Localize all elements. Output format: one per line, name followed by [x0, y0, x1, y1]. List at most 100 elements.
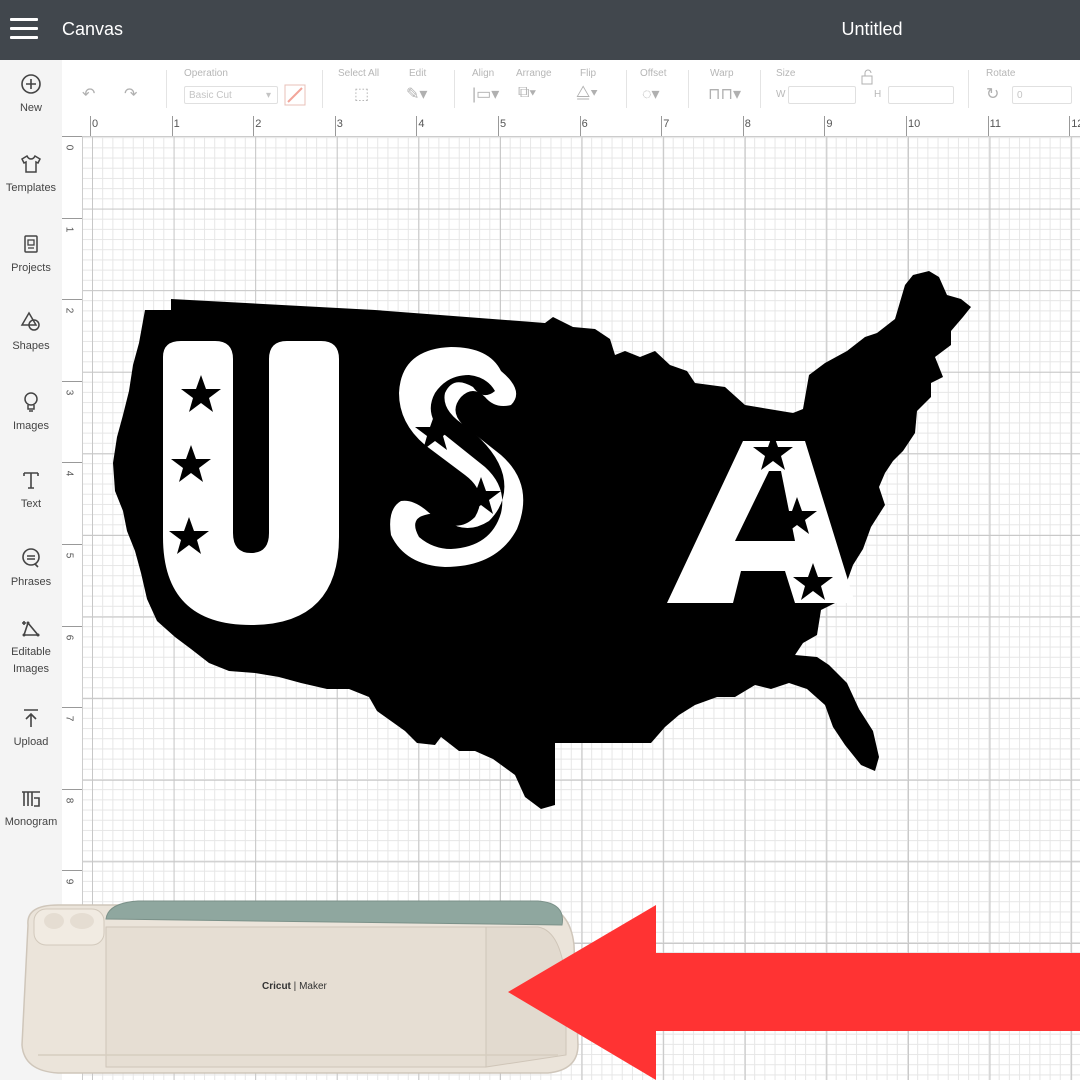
rotate-label: Rotate	[986, 68, 1016, 79]
offset-label: Offset	[640, 68, 667, 79]
ruler-tick-label: 7	[63, 715, 75, 722]
machine-model-name: Maker	[299, 981, 327, 992]
ruler-tick	[62, 625, 82, 627]
sidebar-item-shapes[interactable]: Shapes	[0, 310, 62, 355]
sidebar-item-upload[interactable]: Upload	[0, 706, 62, 751]
ruler-tick	[334, 116, 336, 136]
ruler-tick-label: 12	[1071, 118, 1080, 130]
ruler-tick	[62, 788, 82, 790]
shirt-icon	[21, 154, 41, 173]
monogram-icon	[22, 791, 40, 807]
ruler-tick	[579, 116, 581, 136]
offset-icon[interactable]: ◌▾	[642, 84, 660, 104]
ruler-tick-label: 8	[63, 797, 75, 804]
undo-icon[interactable]: ↶	[82, 84, 95, 104]
plus-circle-icon	[21, 74, 41, 94]
ruler-tick-label: 1	[173, 118, 180, 130]
sidebar-item-projects[interactable]: Projects	[0, 232, 62, 277]
machine-brand-label: Cricut | Maker	[262, 981, 327, 992]
ruler-tick-label: 6	[63, 634, 75, 640]
toolbar-divider	[968, 70, 969, 108]
align-icon[interactable]: |▭▾	[472, 84, 499, 104]
operation-select[interactable]: Basic Cut ▾	[184, 86, 278, 104]
cut-color-swatch[interactable]	[284, 84, 306, 106]
toolbar-divider	[688, 70, 689, 108]
warp-icon[interactable]: ⊓⊓▾	[708, 84, 741, 104]
warp-label: Warp	[710, 68, 734, 79]
select-all-label: Select All	[338, 68, 380, 79]
ruler-tick-label: 9	[63, 879, 75, 885]
toolbar-divider	[760, 70, 761, 108]
ruler-tick	[62, 380, 82, 382]
ruler-tick-label: 2	[63, 307, 75, 314]
ruler-tick-label: 5	[500, 118, 507, 130]
rotate-value: 0	[1017, 90, 1023, 101]
sidebar-item-templates[interactable]: Templates	[0, 152, 62, 197]
ruler-tick	[253, 116, 255, 136]
toolbar-divider	[322, 70, 323, 108]
sidebar-item-images[interactable]: Images	[0, 390, 62, 435]
flip-label: Flip	[580, 68, 597, 79]
flip-icon[interactable]: ⧋▾	[576, 84, 598, 102]
height-input[interactable]	[888, 86, 954, 104]
hamburger-menu-icon[interactable]	[10, 18, 38, 42]
editable-images-icon	[22, 621, 40, 637]
ruler-tick	[62, 299, 82, 301]
redo-icon[interactable]: ↷	[124, 84, 137, 104]
rotate-input[interactable]: 0	[1012, 86, 1072, 104]
ruler-tick-label: 0	[63, 144, 75, 151]
edit-pencil-icon[interactable]: ✎▾	[406, 84, 427, 104]
ruler-tick-label: 6	[581, 118, 588, 130]
document-title[interactable]: Untitled	[822, 19, 922, 40]
upload-icon	[24, 709, 38, 727]
ruler-tick	[62, 544, 82, 545]
red-pointer-arrow	[508, 905, 1080, 1080]
ruler-tick	[62, 136, 82, 137]
sidebar-item-phrases[interactable]: Phrases	[0, 546, 62, 591]
ruler-tick	[498, 116, 499, 136]
rotate-icon: ↻	[986, 86, 1000, 103]
ruler-tick	[62, 217, 82, 219]
align-label: Align	[472, 68, 495, 79]
sidebar-item-text[interactable]: Text	[0, 468, 62, 513]
ruler-tick	[62, 707, 82, 709]
toolbar-divider	[166, 70, 167, 108]
ruler-tick-label: 3	[63, 389, 75, 396]
toolbar-divider	[454, 70, 455, 108]
size-label: Size	[776, 68, 796, 79]
sidebar-item-new[interactable]: New	[0, 72, 62, 117]
operation-value: Basic Cut	[189, 90, 232, 101]
operation-label: Operation	[184, 68, 228, 79]
ruler-tick	[171, 116, 173, 136]
ruler-tick	[62, 462, 82, 464]
toolbar-divider	[626, 70, 627, 108]
height-prefix: H	[874, 89, 882, 100]
arrow-shape	[508, 905, 1080, 1080]
ruler-tick-label: 1	[63, 226, 75, 232]
horizontal-ruler: 0123456789101112	[62, 116, 1080, 137]
ruler-tick	[416, 116, 418, 136]
lock-icon[interactable]	[859, 68, 877, 86]
sidebar-item-editable-images[interactable]: Editable Images	[0, 616, 62, 678]
ruler-tick	[1069, 116, 1071, 136]
edit-toolbar: ↶ ↷ Operation Basic Cut ▾ Select All ⬚ E…	[62, 60, 1080, 117]
speech-bubble-icon	[22, 548, 40, 568]
arrange-label: Arrange	[516, 68, 552, 79]
arrange-icon[interactable]: ⧉▾	[518, 84, 536, 102]
ruler-tick-label: 0	[92, 118, 99, 130]
ruler-tick	[987, 116, 989, 136]
sidebar-item-monogram[interactable]: Monogram	[0, 786, 62, 831]
chevron-down-icon: ▾	[265, 90, 271, 101]
lightbulb-icon	[24, 392, 38, 412]
usa-map-design[interactable]	[105, 265, 975, 815]
ruler-tick-label: 4	[418, 118, 425, 130]
select-all-icon[interactable]: ⬚	[354, 84, 369, 104]
ruler-tick-label: 4	[63, 471, 75, 477]
ruler-tick	[742, 116, 744, 136]
edit-label: Edit	[409, 68, 427, 79]
width-input[interactable]	[788, 86, 856, 104]
ruler-tick-label: 10	[908, 118, 921, 130]
ruler-tick	[824, 116, 826, 136]
ruler-tick-label: 2	[255, 118, 262, 130]
ruler-tick-label: 5	[63, 552, 75, 559]
